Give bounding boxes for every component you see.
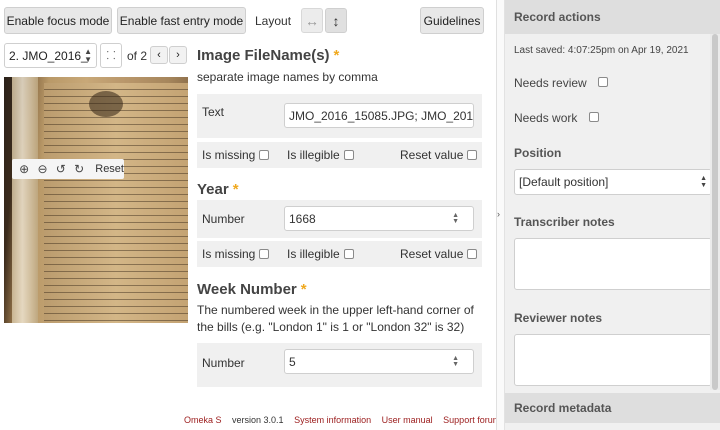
- reviewer-notes-textarea[interactable]: [514, 334, 712, 386]
- is-missing-checkbox[interactable]: Is missing: [202, 148, 270, 162]
- user-manual-link[interactable]: User manual: [382, 415, 433, 425]
- system-information-link[interactable]: System information: [294, 415, 371, 425]
- image-viewer[interactable]: ⊕ ⊖ ↺ ↻ Reset: [4, 77, 188, 323]
- position-label: Position: [514, 146, 562, 160]
- number-spinner-icon[interactable]: ▲ ▼: [452, 355, 459, 368]
- image-filename-input[interactable]: JMO_2016_15085.JPG; JMO_2016: [284, 103, 474, 128]
- media-count-label: of 2: [127, 49, 148, 63]
- position-select[interactable]: [Default position] ▲ ▼: [514, 169, 712, 195]
- reset-value-label: Reset value: [400, 148, 464, 162]
- rotate-right-icon[interactable]: ↻: [71, 160, 87, 178]
- bill-of-mortality-page: [44, 83, 188, 323]
- required-marker: *: [333, 47, 340, 64]
- zoom-out-icon[interactable]: ⊖: [34, 160, 50, 178]
- image-filename-title: Image FileName(s) *: [197, 47, 339, 64]
- needs-work-row[interactable]: Needs work: [514, 111, 599, 125]
- week-number-description: The numbered week in the upper left-hand…: [197, 303, 474, 334]
- media-list-icon[interactable]: ⸬: [100, 43, 122, 68]
- reset-value-checkbox[interactable]: Reset value: [400, 247, 478, 261]
- fast-entry-mode-button[interactable]: Enable fast entry mode: [117, 7, 246, 34]
- omeka-link[interactable]: Omeka S: [184, 415, 222, 425]
- week-number-panel: Number 5 ▲ ▼: [197, 343, 482, 387]
- scrollbar-thumb[interactable]: [712, 34, 718, 390]
- next-media-button[interactable]: ›: [169, 46, 187, 64]
- page-crest: [89, 91, 123, 117]
- week-number-value: 5: [289, 354, 296, 369]
- media-select[interactable]: 2. JMO_2016_ ▲ ▼: [4, 43, 97, 68]
- chevron-right-icon[interactable]: ›: [497, 209, 500, 219]
- record-actions-header[interactable]: Record actions: [505, 0, 720, 34]
- is-illegible-label: Is illegible: [287, 247, 340, 261]
- is-illegible-checkbox[interactable]: Is illegible: [287, 247, 354, 261]
- viewer-reset-button[interactable]: Reset: [95, 163, 124, 175]
- version-text: version 3.0.1: [232, 415, 284, 425]
- record-metadata-header[interactable]: Record metadata: [505, 393, 720, 423]
- checkbox-box[interactable]: [467, 150, 478, 160]
- focus-mode-button[interactable]: Enable focus mode: [4, 7, 112, 34]
- image-filename-title-text: Image FileName(s): [197, 47, 330, 64]
- required-marker: *: [300, 281, 307, 298]
- is-illegible-checkbox[interactable]: Is illegible: [287, 148, 354, 162]
- viewer-controls: ⊕ ⊖ ↺ ↻ Reset: [12, 159, 124, 179]
- checkbox-box[interactable]: [259, 150, 270, 160]
- year-input[interactable]: 1668 ▲ ▼: [284, 206, 474, 231]
- select-arrows-icon: ▲ ▼: [84, 47, 92, 64]
- is-missing-label: Is missing: [202, 247, 256, 261]
- select-arrows-icon: ▲ ▼: [700, 175, 707, 189]
- footer: Omeka S version 3.0.1 System information…: [184, 415, 513, 425]
- is-missing-label: Is missing: [202, 148, 256, 162]
- is-missing-checkbox[interactable]: Is missing: [202, 247, 270, 261]
- transcriber-notes-textarea[interactable]: [514, 238, 712, 290]
- year-title-text: Year: [197, 181, 229, 198]
- last-saved-text: Last saved: 4:07:25pm on Apr 19, 2021: [514, 45, 689, 56]
- required-marker: *: [232, 181, 239, 198]
- needs-review-label: Needs review: [514, 76, 587, 90]
- reset-value-checkbox[interactable]: Reset value: [400, 148, 478, 162]
- needs-review-row[interactable]: Needs review: [514, 76, 609, 90]
- layout-label: Layout: [255, 14, 292, 28]
- reset-value-label: Reset value: [400, 247, 464, 261]
- media-select-value: 2. JMO_2016_: [9, 48, 88, 63]
- year-value: 1668: [289, 211, 316, 226]
- week-number-input-label: Number: [202, 356, 245, 370]
- year-input-label: Number: [202, 212, 245, 226]
- needs-review-checkbox[interactable]: [598, 77, 609, 87]
- week-number-title-text: Week Number: [197, 281, 297, 298]
- checkbox-box[interactable]: [467, 249, 478, 259]
- sidebar-scrollbar[interactable]: [710, 34, 720, 390]
- position-select-value: [Default position]: [519, 175, 609, 189]
- image-filename-panel: Text JMO_2016_15085.JPG; JMO_2016: [197, 94, 482, 138]
- layout-vertical-icon[interactable]: ↕: [325, 8, 347, 33]
- record-sidebar: Record actions Last saved: 4:07:25pm on …: [504, 0, 720, 430]
- year-title: Year *: [197, 181, 239, 198]
- reviewer-notes-label: Reviewer notes: [514, 311, 603, 325]
- year-panel: Number 1668 ▲ ▼: [197, 200, 482, 238]
- week-number-input[interactable]: 5 ▲ ▼: [284, 349, 474, 374]
- image-filename-checks: Is missing Is illegible Reset value: [197, 142, 482, 168]
- layout-horizontal-icon[interactable]: ↔: [301, 8, 323, 33]
- transcriber-notes-label: Transcriber notes: [514, 215, 615, 229]
- needs-work-label: Needs work: [514, 111, 578, 125]
- image-filename-description: separate image names by comma: [197, 70, 378, 84]
- guidelines-button[interactable]: Guidelines: [420, 7, 484, 34]
- checkbox-box[interactable]: [259, 249, 270, 259]
- needs-work-checkbox[interactable]: [588, 112, 599, 122]
- checkbox-box[interactable]: [343, 150, 354, 160]
- book-binding: [12, 77, 38, 323]
- number-spinner-icon[interactable]: ▲ ▼: [452, 212, 459, 225]
- year-checks: Is missing Is illegible Reset value: [197, 241, 482, 267]
- week-number-title: Week Number *: [197, 281, 307, 298]
- is-illegible-label: Is illegible: [287, 148, 340, 162]
- rotate-left-icon[interactable]: ↺: [53, 160, 69, 178]
- zoom-in-icon[interactable]: ⊕: [16, 160, 32, 178]
- image-filename-input-label: Text: [202, 105, 225, 119]
- previous-media-button[interactable]: ‹: [150, 46, 168, 64]
- checkbox-box[interactable]: [343, 249, 354, 259]
